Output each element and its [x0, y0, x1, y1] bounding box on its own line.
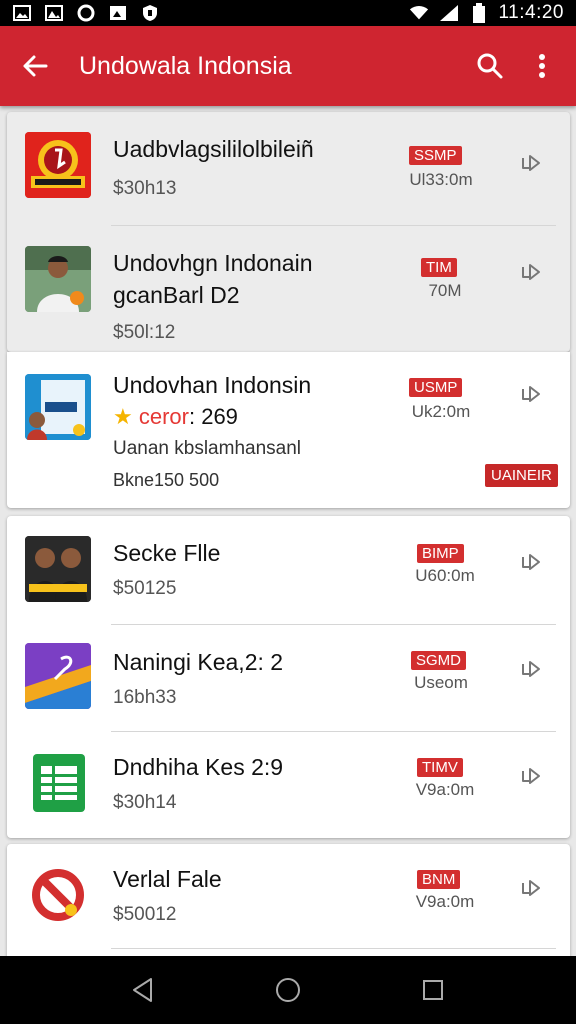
back-button[interactable] [0, 26, 70, 106]
list-item[interactable]: Verlal Fale $50012 BNM V9a:0m [7, 844, 570, 954]
sheets-icon [25, 750, 91, 816]
share-button[interactable] [517, 258, 545, 286]
share-button[interactable] [517, 762, 545, 790]
status-badge: SGMD [411, 651, 466, 670]
item-size: 70M [428, 281, 462, 300]
share-button[interactable] [517, 149, 545, 177]
item-thumbnail [25, 132, 91, 198]
item-title: Dndhiha Kes 2:9 [113, 754, 284, 780]
nav-recents-icon [423, 980, 444, 1000]
share-button[interactable] [517, 874, 545, 902]
item-size: Uk2:0m [411, 402, 471, 421]
list-item[interactable]: Uadbvlagsililolbileiñ $30h13 SSMP Ul33:0… [7, 112, 570, 225]
list-item[interactable]: Undovhgn Indonain gcanBarl D2 $50l:12 TI… [7, 226, 570, 352]
more-options-button[interactable] [516, 26, 568, 106]
item-title: Uadbvlagsililolbileiñ [113, 136, 314, 162]
search-button[interactable] [464, 26, 516, 106]
item-title-line2: gcanBarl D2 [113, 282, 240, 308]
list-item[interactable]: Undovhan Indonsin ★ ceror: 269 Uanan kbs… [7, 352, 570, 508]
share-button[interactable] [517, 380, 545, 408]
nav-back-icon [132, 978, 152, 1002]
item-subtitle: $50012 [113, 904, 177, 925]
item-title: Naningi Kea,2: 2 [113, 649, 284, 675]
rating-label: ceror [138, 404, 189, 429]
blocked-icon [25, 862, 91, 928]
item-title: Undovhgn Indonain [113, 250, 313, 276]
nav-recents-button[interactable] [403, 960, 463, 1020]
share-icon [522, 264, 540, 280]
item-description: Uanan kbslamhansanl [113, 438, 302, 459]
item-meta: Bkne150 500 [113, 470, 220, 490]
item-size: Ul33:0m [409, 170, 473, 189]
status-badge: TIMV [417, 758, 463, 777]
item-thumbnail [25, 643, 91, 709]
item-title: Verlal Fale [113, 866, 222, 892]
item-size: U60:0m [415, 566, 475, 585]
item-subtitle: $50l:12 [113, 322, 176, 343]
nav-home-button[interactable] [258, 960, 318, 1020]
image-icon [12, 4, 32, 22]
status-bar: 11:4:20 [0, 0, 576, 26]
item-size: V9a:0m [415, 892, 475, 911]
card: Undovhan Indonsin ★ ceror: 269 Uanan kbs… [7, 352, 570, 508]
list-item[interactable]: Secke Flle $50125 BIMP U60:0m [7, 516, 570, 624]
shield-icon [140, 4, 160, 22]
status-badge: SSMP [409, 146, 462, 165]
item-subtitle: 16bh33 [113, 687, 177, 708]
share-icon [522, 661, 540, 677]
status-time: 11:4:20 [498, 2, 564, 23]
card: Verlal Fale $50012 BNM V9a:0m [7, 844, 570, 956]
card: Uadbvlagsililolbileiñ $30h13 SSMP Ul33:0… [7, 112, 570, 352]
item-title: Undovhan Indonsin [113, 372, 312, 398]
share-button[interactable] [517, 548, 545, 576]
item-size: V9a:0m [415, 780, 475, 799]
item-subtitle: $30h13 [113, 178, 177, 199]
item-thumbnail [25, 536, 91, 602]
item-title: Secke Flle [113, 540, 221, 566]
page-title: Undowala Indonsia [79, 51, 292, 80]
status-badge: USMP [409, 378, 463, 397]
nav-back-button[interactable] [113, 960, 173, 1020]
item-thumbnail [25, 374, 91, 440]
share-icon [522, 386, 540, 402]
share-icon [522, 880, 540, 896]
circle-icon [76, 4, 96, 22]
share-icon [522, 155, 540, 171]
share-icon [522, 554, 540, 570]
item-rating: ★ ceror: 269 [113, 404, 238, 430]
card: Secke Flle $50125 BIMP U60:0m Naningi Ke… [7, 516, 570, 838]
arrow-left-icon [23, 55, 48, 77]
star-icon: ★ [113, 404, 133, 429]
share-icon [522, 768, 540, 784]
share-button[interactable] [517, 655, 545, 683]
status-badge: BIMP [417, 544, 464, 563]
list-item[interactable]: Dndhiha Kes 2:9 $30h14 TIMV V9a:0m [7, 732, 570, 838]
rating-value: : 269 [188, 404, 238, 429]
photo-icon [108, 4, 128, 22]
divider [111, 948, 556, 949]
content-list: Uadbvlagsililolbileiñ $30h13 SSMP Ul33:0… [0, 106, 576, 956]
more-vert-icon [539, 54, 545, 78]
image-icon [44, 4, 64, 22]
item-thumbnail [25, 246, 91, 312]
item-subtitle: $30h14 [113, 792, 177, 813]
item-subtitle: $50125 [113, 578, 177, 599]
status-badge: TIM [421, 258, 457, 277]
action-button[interactable]: UAINEIR [485, 464, 558, 487]
wifi-icon [409, 4, 429, 22]
item-size: Useom [414, 673, 468, 692]
navigation-bar [0, 956, 576, 1024]
status-badge: BNM [417, 870, 461, 889]
list-item[interactable]: Naningi Kea,2: 2 16bh33 SGMD Useom [7, 625, 570, 731]
search-icon [477, 53, 503, 79]
nav-home-icon [275, 978, 300, 1002]
battery-icon [469, 3, 489, 23]
app-bar: Undowala Indonsia [0, 26, 576, 106]
signal-icon [439, 4, 459, 22]
